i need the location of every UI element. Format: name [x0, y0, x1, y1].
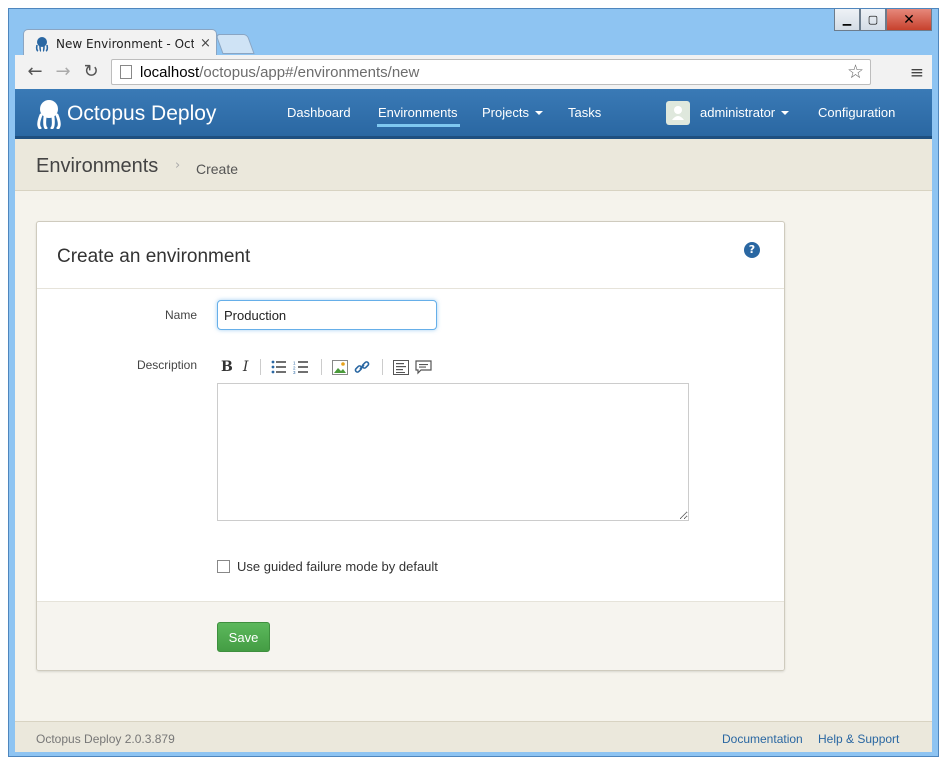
nav-configuration-label: Configuration: [818, 105, 896, 120]
nav-projects-label: Projects: [482, 105, 529, 120]
create-environment-card: Create an environment ? Name Description…: [36, 221, 785, 671]
page-footer: Octopus Deploy 2.0.3.879 Documentation H…: [15, 721, 932, 752]
help-icon[interactable]: ?: [744, 242, 760, 258]
numbered-list-icon[interactable]: 123: [293, 358, 309, 376]
page-title: Create an environment: [57, 246, 251, 267]
close-window-button[interactable]: ✕: [886, 9, 932, 31]
logo[interactable]: Octopus Deploy: [35, 99, 216, 129]
italic-icon[interactable]: I: [243, 358, 249, 376]
breadcrumb: Environments › Create: [15, 139, 932, 191]
octopus-favicon-icon: [35, 36, 49, 52]
nav-environments-label: Environments: [376, 105, 461, 127]
divider: [37, 288, 784, 289]
chevron-down-icon: [534, 110, 543, 115]
guided-failure-label: Use guided failure mode by default: [237, 559, 438, 574]
window-controls: ▁ ▢ ✕: [834, 9, 932, 31]
version-text: Octopus Deploy 2.0.3.879: [36, 732, 175, 746]
toolbar-divider: [382, 359, 384, 375]
reload-icon[interactable]: ↻: [81, 62, 101, 82]
chevron-down-icon: [781, 110, 790, 115]
octopus-logo-icon: [37, 100, 61, 129]
documentation-link[interactable]: Documentation: [722, 732, 803, 746]
page-icon: [120, 65, 132, 79]
name-label: Name: [164, 308, 197, 322]
browser-tab[interactable]: New Environment - Octop ×: [23, 29, 217, 57]
toolbar-divider: [321, 359, 323, 375]
new-tab-button[interactable]: [215, 34, 255, 54]
nav-dashboard[interactable]: Dashboard: [287, 89, 351, 136]
nav-projects[interactable]: Projects: [482, 89, 543, 136]
toolbar-divider: [260, 359, 262, 375]
nav-tasks-label: Tasks: [568, 105, 602, 120]
chevron-right-icon: ›: [175, 158, 181, 173]
guided-failure-checkbox[interactable]: [217, 560, 230, 573]
code-block-icon[interactable]: [393, 358, 410, 376]
help-support-link[interactable]: Help & Support: [818, 732, 899, 746]
minimize-button[interactable]: ▁: [834, 9, 860, 31]
browser-window: ▁ ▢ ✕ New Environment - Octop × ← → ↻ lo…: [8, 8, 939, 757]
browser-menu-icon[interactable]: ≡: [910, 63, 924, 83]
insert-image-icon[interactable]: [332, 358, 349, 376]
insert-link-icon[interactable]: [354, 358, 370, 376]
bookmark-star-icon[interactable]: ☆: [847, 61, 864, 83]
description-label: Description: [136, 358, 197, 372]
user-avatar-icon: [672, 105, 684, 120]
top-nav-bar: Octopus Deploy Dashboard Environments Pr…: [15, 89, 932, 139]
nav-tasks[interactable]: Tasks: [568, 89, 601, 136]
bold-icon[interactable]: B: [221, 358, 233, 376]
forward-arrow-icon[interactable]: →: [53, 62, 73, 82]
tab-close-icon[interactable]: ×: [200, 36, 211, 51]
address-bar[interactable]: localhost/octopus/app#/environments/new …: [111, 59, 871, 85]
breadcrumb-environments[interactable]: Environments: [36, 155, 158, 178]
description-textarea[interactable]: [217, 383, 689, 521]
guided-failure-checkbox-row[interactable]: Use guided failure mode by default: [217, 559, 438, 574]
tab-title: New Environment - Octop: [56, 36, 194, 51]
brand-name: Octopus Deploy: [67, 102, 217, 125]
svg-text:3: 3: [293, 370, 296, 374]
bullet-list-icon[interactable]: [271, 358, 287, 376]
nav-dashboard-label: Dashboard: [287, 105, 351, 120]
app-content: Octopus Deploy Dashboard Environments Pr…: [15, 89, 932, 752]
rich-text-toolbar: B I 123: [221, 358, 438, 376]
back-arrow-icon[interactable]: ←: [25, 62, 45, 82]
nav-environments[interactable]: Environments: [376, 89, 461, 136]
browser-toolbar: ← → ↻ localhost/octopus/app#/environment…: [15, 55, 932, 90]
nav-configuration[interactable]: Configuration: [818, 89, 895, 136]
card-footer: Save: [37, 601, 784, 670]
maximize-button[interactable]: ▢: [860, 9, 886, 31]
save-button[interactable]: Save: [217, 622, 270, 652]
user-menu[interactable]: administrator: [666, 89, 790, 136]
user-name: administrator: [700, 105, 776, 120]
name-input[interactable]: [217, 300, 437, 330]
url-text: localhost/octopus/app#/environments/new: [140, 63, 420, 81]
breadcrumb-create: Create: [196, 161, 239, 177]
avatar: [666, 100, 690, 125]
quote-comment-icon[interactable]: [415, 358, 432, 376]
